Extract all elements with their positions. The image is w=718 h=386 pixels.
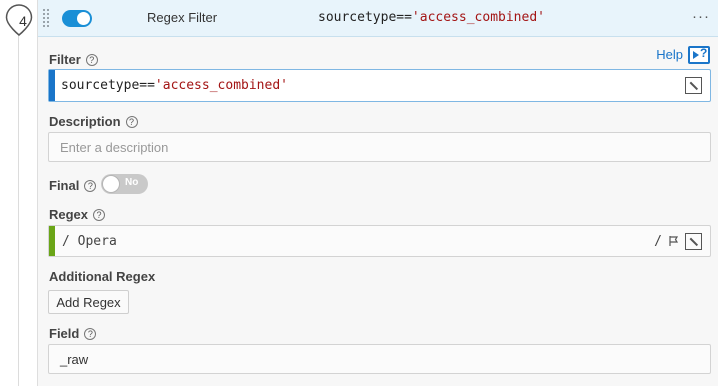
function-summary: sourcetype=='access_combined' (318, 10, 545, 25)
summary-prefix: sourcetype== (318, 10, 412, 25)
help-panel-icon[interactable]: ? (688, 46, 710, 64)
function-panel: Regex Filter sourcetype=='access_combine… (37, 0, 718, 386)
function-header[interactable]: Regex Filter sourcetype=='access_combine… (38, 0, 718, 37)
final-label: Final? (49, 178, 97, 193)
filter-label: Filter? (49, 52, 98, 67)
regex-label: Regex? (49, 207, 106, 222)
add-regex-button[interactable]: Add Regex (48, 290, 129, 314)
final-toggle[interactable]: No (101, 174, 148, 194)
more-horizontal-icon[interactable]: ··· (692, 8, 710, 25)
summary-string: 'access_combined' (411, 10, 545, 25)
regex-valid-bar (49, 226, 55, 256)
filter-active-bar (49, 70, 55, 101)
regex-flags-icon[interactable] (668, 235, 680, 247)
field-input[interactable]: _raw (48, 344, 711, 374)
description-placeholder: Enter a description (60, 140, 169, 155)
pipeline-connector-line (18, 26, 19, 386)
step-number: 4 (19, 13, 27, 29)
function-name: Regex Filter (147, 10, 218, 25)
regex-value: / Opera (62, 234, 117, 249)
field-label: Field? (49, 326, 97, 341)
function-enabled-toggle[interactable] (62, 10, 92, 27)
regex-end-delimiter: / (654, 234, 662, 249)
help-circle-icon[interactable]: ? (125, 116, 138, 128)
help-circle-icon[interactable]: ? (93, 209, 106, 221)
expand-editor-icon[interactable] (685, 233, 702, 250)
description-label: Description? (49, 114, 138, 129)
expand-editor-icon[interactable] (685, 77, 702, 94)
toggle-knob (77, 12, 90, 25)
help-link[interactable]: Help (656, 47, 683, 62)
drag-handle-icon[interactable] (43, 9, 51, 27)
filter-input[interactable]: sourcetype=='access_combined' (48, 69, 711, 102)
field-value: _raw (60, 352, 89, 367)
additional-regex-label: Additional Regex (49, 269, 156, 284)
toggle-knob (102, 175, 120, 193)
filter-expression: sourcetype=='access_combined' (61, 78, 288, 93)
help-circle-icon[interactable]: ? (85, 54, 98, 66)
final-toggle-text: No (125, 177, 139, 188)
help-circle-icon[interactable]: ? (84, 180, 97, 192)
regex-input[interactable]: / Opera / (48, 225, 711, 257)
step-marker-icon: 4 (5, 4, 33, 37)
pipeline-gutter: 4 (0, 0, 37, 386)
help-circle-icon[interactable]: ? (84, 328, 97, 340)
description-input[interactable]: Enter a description (48, 132, 711, 162)
